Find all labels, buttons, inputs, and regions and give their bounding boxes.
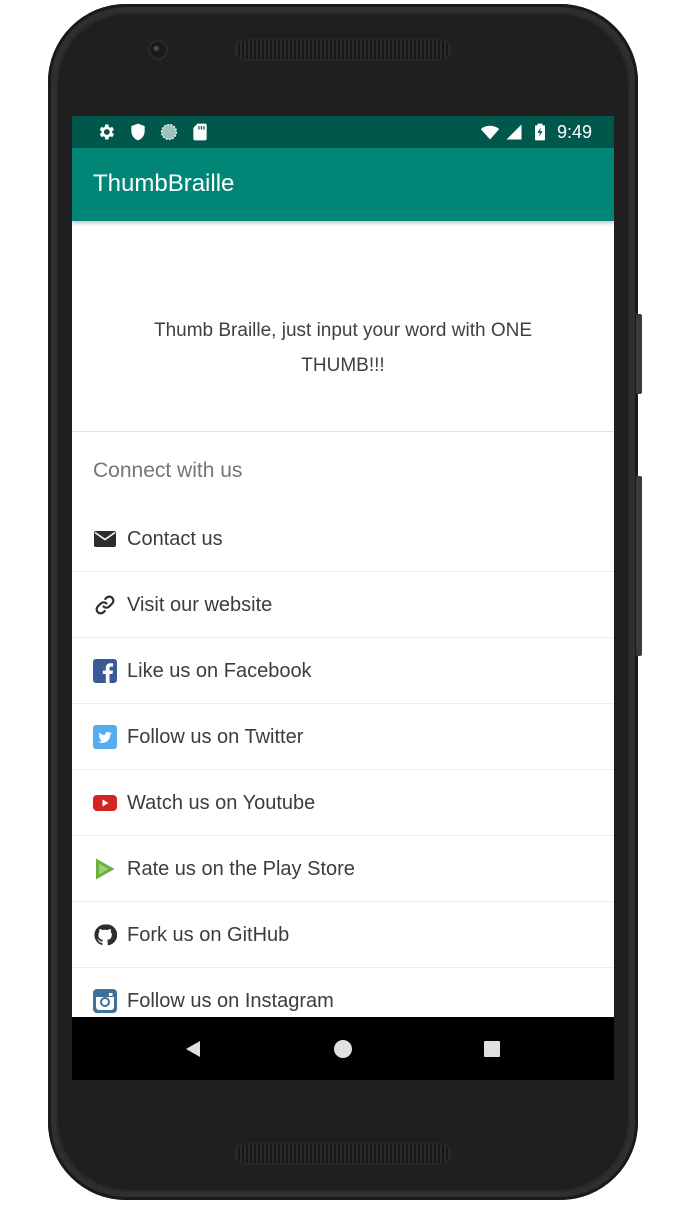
status-bar: 9:49 bbox=[72, 116, 614, 148]
facebook-item[interactable]: Like us on Facebook bbox=[72, 638, 614, 704]
top-speaker bbox=[236, 41, 450, 59]
github-label: Fork us on GitHub bbox=[127, 924, 290, 946]
about-page[interactable]: Thumb Braille, just input your word with… bbox=[72, 221, 614, 1017]
youtube-icon bbox=[93, 795, 117, 811]
link-icon bbox=[95, 595, 115, 615]
sync-circle-icon bbox=[160, 123, 178, 141]
power-button bbox=[636, 314, 642, 394]
bottom-speaker bbox=[236, 1145, 450, 1163]
settings-icon bbox=[99, 124, 114, 140]
github-item[interactable]: Fork us on GitHub bbox=[72, 902, 614, 968]
instagram-label: Follow us on Instagram bbox=[127, 990, 334, 1012]
sd-card-icon bbox=[193, 123, 207, 141]
navigation-bar bbox=[72, 1017, 614, 1080]
youtube-item[interactable]: Watch us on Youtube bbox=[72, 770, 614, 836]
twitter-label: Follow us on Twitter bbox=[127, 726, 304, 748]
instagram-item[interactable]: Follow us on Instagram bbox=[72, 968, 614, 1017]
envelope-icon bbox=[94, 531, 116, 547]
twitter-item[interactable]: Follow us on Twitter bbox=[72, 704, 614, 770]
play-store-icon bbox=[96, 858, 115, 880]
contact-us-label: Contact us bbox=[127, 528, 223, 550]
volume-button bbox=[636, 476, 642, 656]
divider bbox=[72, 431, 614, 432]
shield-icon bbox=[131, 123, 145, 141]
play-store-item[interactable]: Rate us on the Play Store bbox=[72, 836, 614, 902]
play-store-label: Rate us on the Play Store bbox=[127, 858, 355, 880]
home-icon[interactable] bbox=[331, 1037, 355, 1061]
instagram-icon bbox=[93, 989, 117, 1013]
github-icon bbox=[94, 924, 117, 946]
status-time: 9:49 bbox=[556, 122, 592, 142]
app-description: Thumb Braille, just input your word with… bbox=[153, 320, 533, 376]
recents-icon[interactable] bbox=[480, 1037, 504, 1061]
connect-list: Contact us Visit our website Like us on … bbox=[72, 506, 614, 1017]
back-icon[interactable] bbox=[181, 1037, 205, 1061]
twitter-icon bbox=[93, 725, 117, 749]
app-title: ThumbBraille bbox=[93, 170, 235, 197]
facebook-icon bbox=[93, 659, 117, 683]
screen: 9:49 ThumbBraille Thumb Braille, just in… bbox=[72, 116, 614, 1080]
website-item[interactable]: Visit our website bbox=[72, 572, 614, 638]
contact-us-item[interactable]: Contact us bbox=[72, 506, 614, 572]
section-title: Connect with us bbox=[93, 459, 243, 482]
battery-charging-icon bbox=[535, 123, 545, 141]
youtube-label: Watch us on Youtube bbox=[127, 792, 316, 814]
wifi-icon bbox=[480, 125, 500, 140]
signal-icon bbox=[506, 124, 522, 140]
website-label: Visit our website bbox=[127, 594, 273, 616]
front-camera bbox=[150, 42, 166, 58]
app-bar: ThumbBraille bbox=[72, 148, 614, 221]
facebook-label: Like us on Facebook bbox=[127, 660, 312, 682]
